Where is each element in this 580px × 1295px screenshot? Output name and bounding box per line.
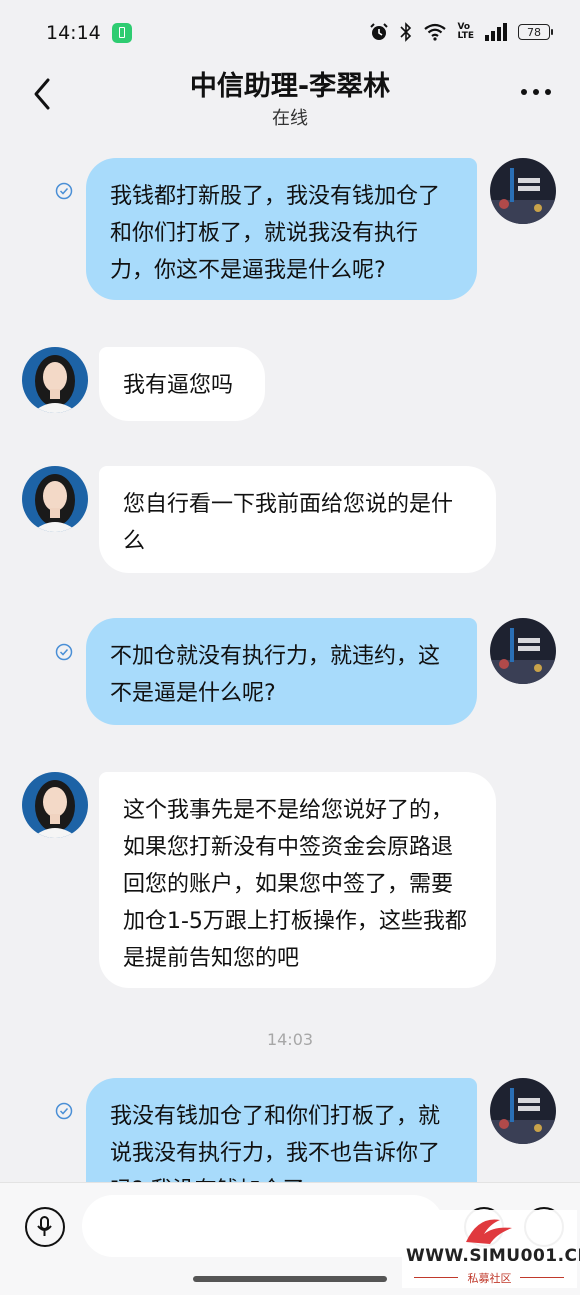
message-bubble[interactable]: 我钱都打新股了，我没有钱加仓了和你们打板了，就说我没有执行力，你这不是逼我是什么… [86,158,477,300]
message-bubble[interactable]: 我没有钱加仓了和你们打板了，就说我没有执行力，我不也告诉你了吗? 我没有钱加仓了 [86,1078,477,1182]
message-list[interactable]: 我钱都打新股了，我没有钱加仓了和你们打板了，就说我没有执行力，你这不是逼我是什么… [0,140,580,1182]
home-indicator[interactable] [193,1276,387,1282]
online-status: 在线 [272,108,308,129]
message-bubble[interactable]: 您自行看一下我前面给您说的是什么 [99,466,496,573]
alarm-icon [370,23,389,40]
user-avatar[interactable] [490,158,556,224]
message-bubble[interactable]: 不加仓就没有执行力，就违约，这不是逼是什么呢? [86,618,477,725]
volte-icon: Vo LTE [457,23,474,41]
message-timestamp: 14:03 [266,1030,314,1049]
microphone-icon [37,1216,52,1236]
voice-input-button[interactable] [25,1207,65,1247]
more-options-button[interactable] [520,86,552,98]
user-avatar[interactable] [490,1078,556,1144]
watermark-url: WWW.SIMU001.CN [406,1246,580,1266]
message-bubble[interactable]: 我有逼您吗 [99,347,265,421]
bluetooth-icon [400,22,412,42]
watermark-subtitle: 私募社区 [467,1272,512,1285]
contact-avatar[interactable] [22,772,88,838]
signal-icon [485,23,507,41]
volte-label-bottom: LTE [457,31,474,41]
status-icons: Vo LTE 78 [369,22,553,42]
status-time: 14:14 [46,22,101,44]
watermark-logo-icon [466,1219,512,1244]
battery-icon: 78 [518,24,553,40]
user-avatar[interactable] [490,618,556,684]
watermark: WWW.SIMU001.CN 私募社区 [402,1210,580,1288]
battery-app-icon [112,23,132,43]
contact-avatar[interactable] [22,466,88,532]
contact-avatar[interactable] [22,347,88,413]
contact-name: 中信助理-李翠林 [189,71,391,102]
read-check-icon [55,1102,73,1120]
message-bubble[interactable]: 这个我事先是不是给您说好了的，如果您打新没有中签资金会原路退回您的账户，如果您中… [99,772,496,988]
wifi-icon [424,23,447,41]
status-bar: 14:14 Vo LTE 78 [0,0,580,62]
read-check-icon [55,182,73,200]
message-input[interactable] [82,1195,444,1257]
read-check-icon [55,643,73,661]
chat-header: 中信助理-李翠林 在线 [0,62,580,134]
